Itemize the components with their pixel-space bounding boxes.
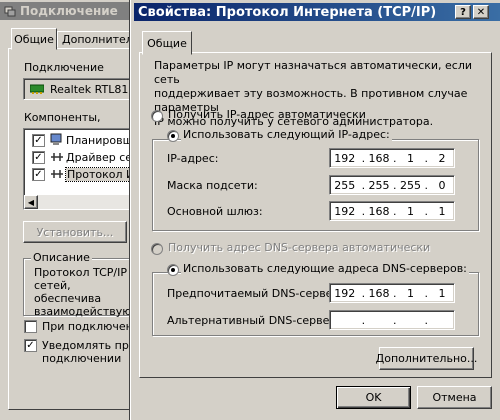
subnet-mask-field[interactable]: 255. 255. 255. 0 bbox=[329, 175, 455, 195]
arrow-left-icon: ◀ bbox=[27, 197, 35, 207]
description-title: Описание bbox=[31, 251, 92, 264]
ip-manual-label: Использовать следующий IP-адрес: bbox=[181, 128, 392, 141]
install-button[interactable]: Установить... bbox=[23, 221, 127, 243]
component-checkbox[interactable]: ✓ bbox=[32, 134, 45, 147]
network-client-icon bbox=[50, 133, 64, 150]
components-list[interactable]: ✓ Планировщ ✓ Драйвер сет ✓ Протокол Ин … bbox=[23, 128, 144, 210]
network-connection-icon bbox=[4, 5, 16, 17]
dns-pref-octet-3: 1 bbox=[407, 286, 415, 300]
gateway-field[interactable]: 192. 168. 1. 1 bbox=[329, 201, 455, 221]
ip-octet-2: 168 bbox=[368, 151, 390, 165]
horizontal-scrollbar[interactable]: ◀ bbox=[24, 195, 144, 209]
network-protocol-icon bbox=[50, 167, 64, 184]
octet-separator: . bbox=[393, 151, 397, 165]
advanced-button-label: Дополнительно... bbox=[375, 352, 478, 365]
octet-separator: . bbox=[424, 313, 429, 327]
octet-separator: . bbox=[361, 178, 366, 192]
ip-address-field[interactable]: 192. 168. 1. 2 bbox=[329, 148, 455, 168]
octet-separator: . bbox=[361, 204, 366, 218]
help-button[interactable]: ? bbox=[455, 5, 471, 19]
ok-button-label: OK bbox=[365, 391, 382, 404]
dns-manual-radio[interactable] bbox=[167, 264, 179, 276]
dns-auto-label: Получить адрес DNS-сервера автоматически bbox=[168, 241, 431, 254]
dns-pref-octet-2: 168 bbox=[368, 286, 390, 300]
back-tab-general-label: Общие bbox=[14, 32, 54, 46]
gateway-label: Основной шлюз: bbox=[167, 205, 263, 218]
cancel-button[interactable]: Отмена bbox=[417, 386, 492, 409]
adapter-field: Realtek RTL813 bbox=[23, 78, 143, 100]
octet-separator: . bbox=[393, 286, 397, 300]
mask-octet-2: 255 bbox=[368, 178, 390, 192]
close-button[interactable]: ✕ bbox=[473, 5, 489, 19]
alternate-dns-field[interactable]: . . . bbox=[329, 310, 455, 330]
ip-octet-3: 1 bbox=[407, 151, 415, 165]
dns-manual-label: Использовать следующие адреса DNS-сервер… bbox=[181, 262, 469, 275]
dns-pref-octet-4: 1 bbox=[438, 286, 446, 300]
subnet-mask-label: Маска подсети: bbox=[167, 179, 258, 192]
component-label: Планировщ bbox=[66, 134, 133, 147]
network-card-icon bbox=[29, 83, 45, 95]
tcpip-properties-dialog: Свойства: Протокол Интернета (TCP/IP) ? … bbox=[130, 0, 500, 420]
show-icon-label: При подключени bbox=[42, 320, 140, 333]
scroll-left-button[interactable]: ◀ bbox=[24, 195, 38, 209]
advanced-button[interactable]: Дополнительно... bbox=[376, 347, 477, 370]
alternate-dns-label: Альтернативный DNS-сервер: bbox=[167, 314, 341, 327]
notify-checkbox[interactable]: ✓ bbox=[24, 339, 37, 352]
close-icon: ✕ bbox=[476, 6, 486, 18]
gateway-octet-4: 1 bbox=[438, 204, 446, 218]
back-tab-general[interactable]: Общие bbox=[11, 28, 57, 50]
adapter-name: Realtek RTL813 bbox=[50, 82, 136, 96]
tab-general-label: Общие bbox=[147, 36, 187, 50]
back-window-title: Подключение bbox=[20, 4, 118, 18]
back-window: Подключение Общие Дополнительно Подключе… bbox=[0, 0, 153, 420]
ip-auto-label: Получить IP-адрес автоматически bbox=[168, 108, 366, 121]
octet-separator: . bbox=[393, 204, 397, 218]
dialog-title: Свойства: Протокол Интернета (TCP/IP) bbox=[138, 4, 437, 20]
octet-separator: . bbox=[393, 313, 397, 327]
dialog-titlebar[interactable]: Свойства: Протокол Интернета (TCP/IP) bbox=[134, 3, 500, 21]
ip-auto-radio[interactable] bbox=[151, 110, 163, 122]
install-button-label: Установить... bbox=[36, 225, 114, 239]
ip-octet-4: 2 bbox=[438, 151, 446, 165]
octet-separator: . bbox=[424, 178, 429, 192]
mask-octet-3: 255 bbox=[400, 178, 422, 192]
tab-general[interactable]: Общие bbox=[142, 31, 192, 55]
dns-pref-octet-1: 192 bbox=[334, 286, 356, 300]
octet-separator: . bbox=[361, 286, 366, 300]
description-text: Протокол TCP/IP - сетей, обеспечива взаи… bbox=[34, 266, 134, 318]
ip-octet-1: 192 bbox=[334, 151, 356, 165]
component-label: Драйвер сет bbox=[66, 151, 139, 164]
octet-separator: . bbox=[424, 151, 429, 165]
component-checkbox[interactable]: ✓ bbox=[32, 168, 45, 181]
notify-label: Уведомлять при подключении bbox=[42, 339, 136, 365]
ok-button[interactable]: OK bbox=[336, 386, 411, 409]
mask-octet-4: 0 bbox=[438, 178, 446, 192]
question-mark-icon: ? bbox=[460, 6, 466, 18]
dns-auto-radio[interactable] bbox=[151, 243, 163, 255]
back-window-titlebar[interactable]: Подключение bbox=[0, 2, 140, 20]
cancel-button-label: Отмена bbox=[432, 391, 477, 404]
show-icon-checkbox[interactable] bbox=[24, 320, 37, 333]
gateway-octet-3: 1 bbox=[407, 204, 415, 218]
network-driver-icon bbox=[50, 150, 64, 167]
octet-separator: . bbox=[361, 151, 366, 165]
octet-separator: . bbox=[424, 204, 429, 218]
mask-octet-1: 255 bbox=[334, 178, 356, 192]
octet-separator: . bbox=[361, 313, 366, 327]
preferred-dns-field[interactable]: 192. 168. 1. 1 bbox=[329, 283, 455, 303]
ip-manual-radio[interactable] bbox=[167, 130, 179, 142]
gateway-octet-1: 192 bbox=[334, 204, 356, 218]
preferred-dns-label: Предпочитаемый DNS-сервер: bbox=[167, 287, 344, 300]
gateway-octet-2: 168 bbox=[368, 204, 390, 218]
component-checkbox[interactable]: ✓ bbox=[32, 151, 45, 164]
ip-address-label: IP-адрес: bbox=[167, 152, 219, 165]
octet-separator: . bbox=[393, 178, 397, 192]
octet-separator: . bbox=[424, 286, 429, 300]
